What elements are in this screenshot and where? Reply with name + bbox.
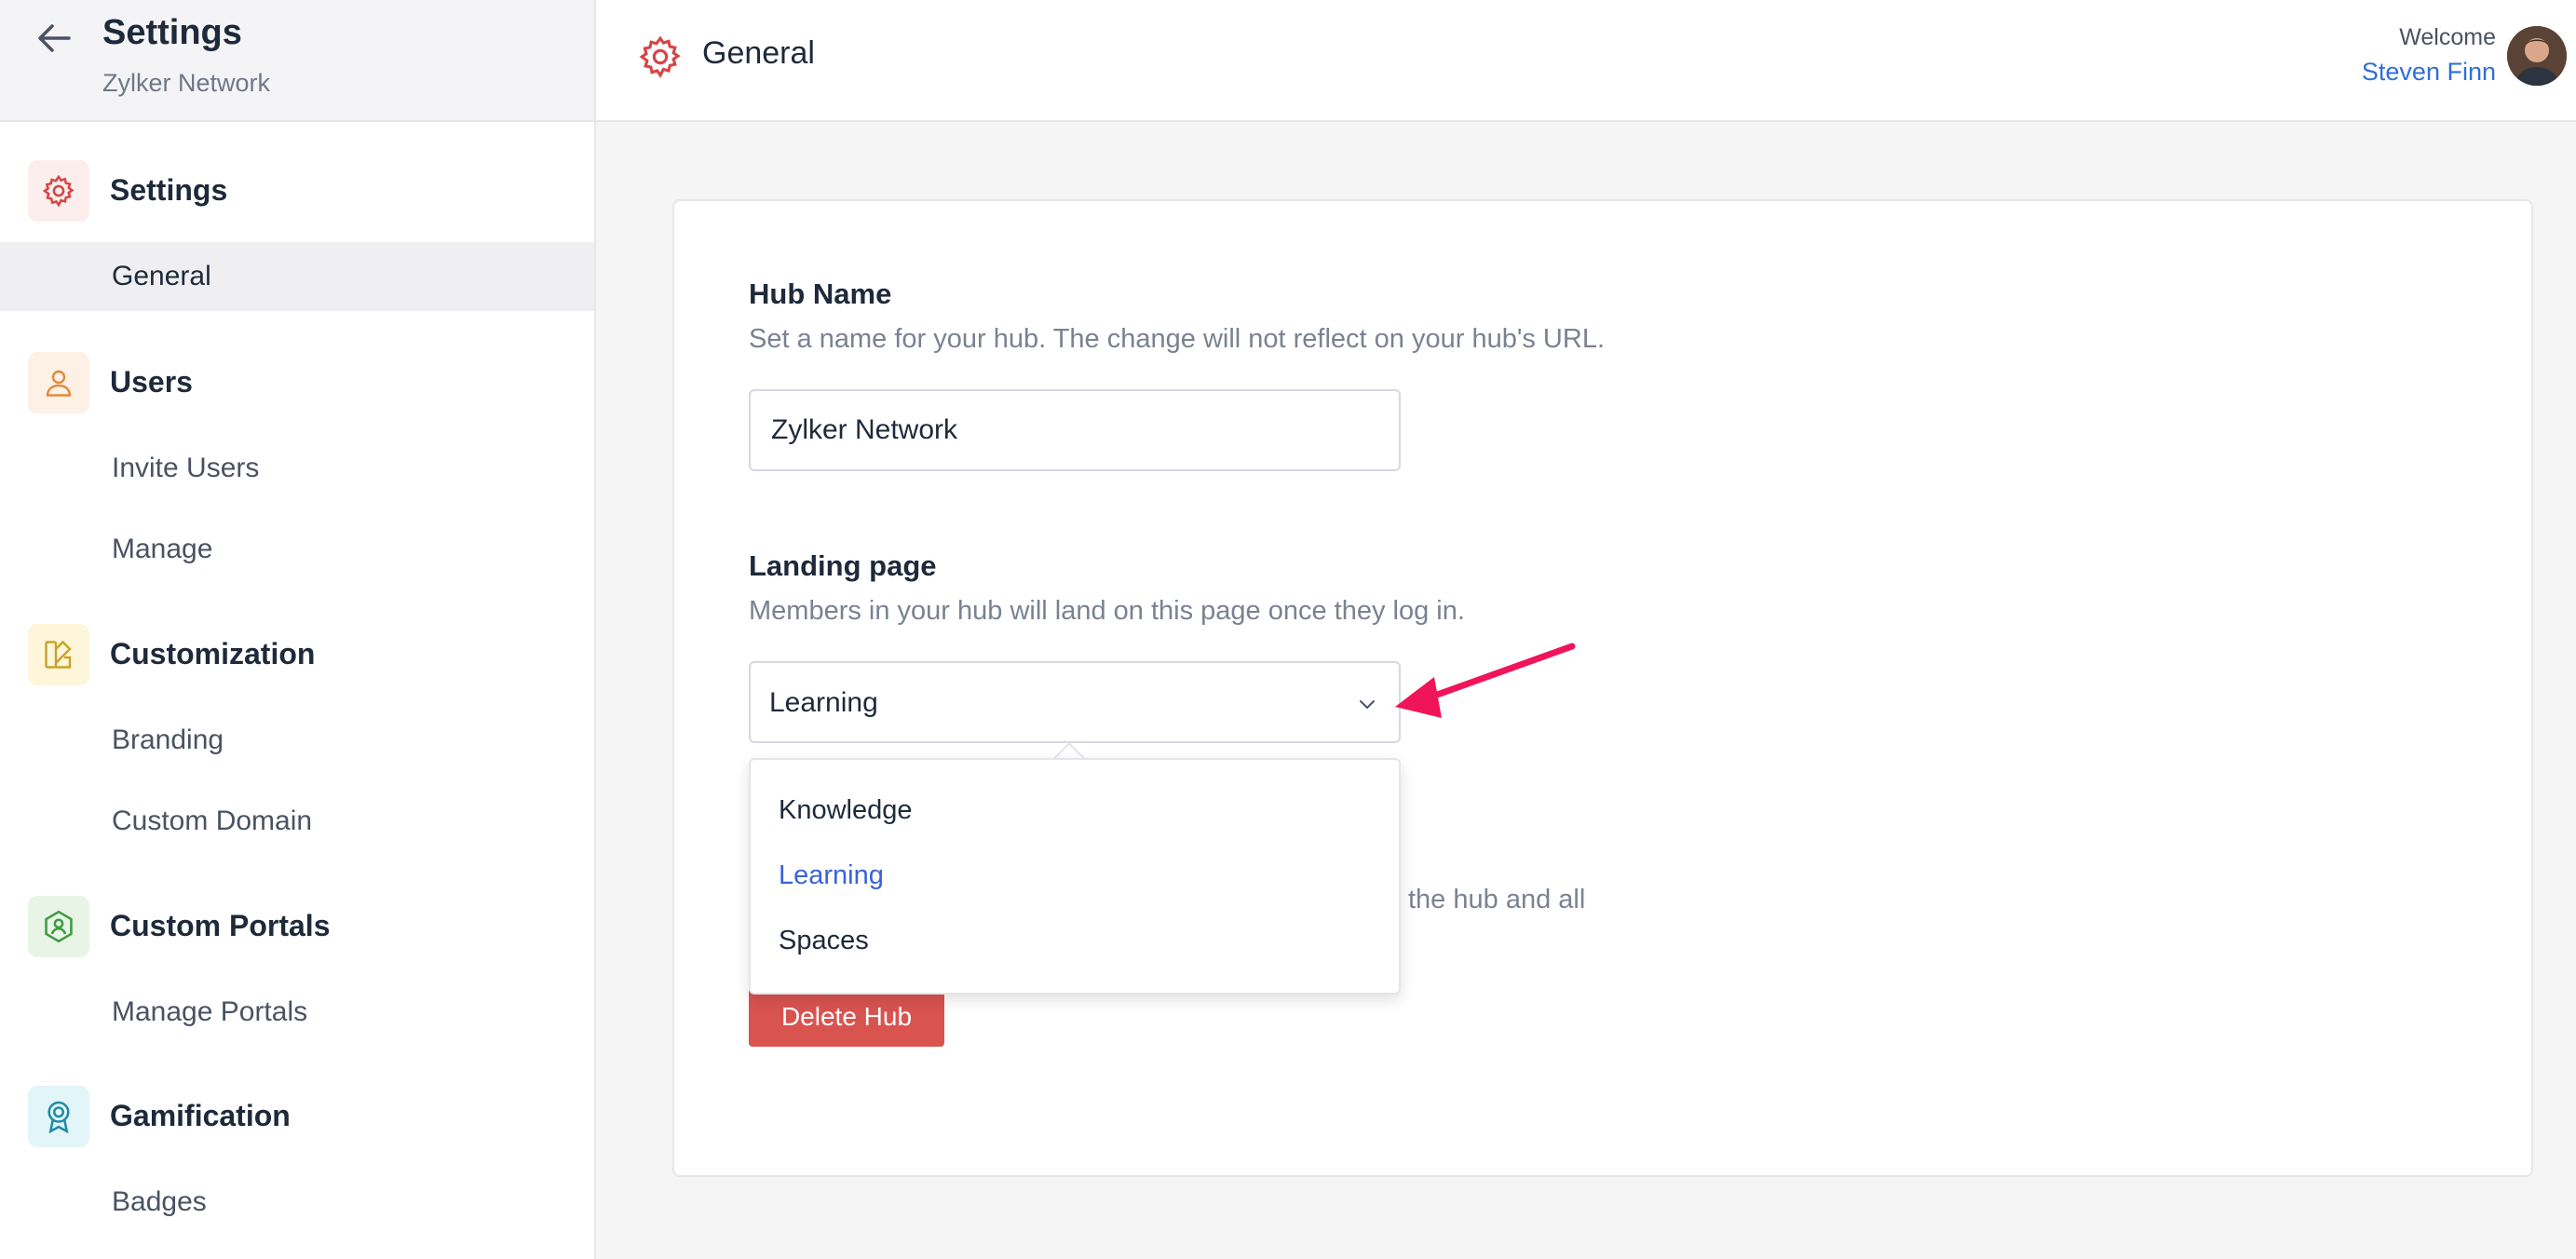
landing-page-select[interactable]: Learning	[749, 661, 1401, 743]
sidebar: Settings Zylker Network Settings General…	[0, 0, 596, 1259]
sidebar-title: Settings	[102, 13, 242, 52]
gear-icon	[637, 34, 684, 80]
annotation-arrow-icon	[1395, 643, 1576, 718]
sidebar-item-invite-users[interactable]: Invite Users	[0, 434, 594, 503]
delete-hub-description: the hub and all	[1408, 885, 1586, 914]
hub-name-description: Set a name for your hub. The change will…	[749, 324, 1606, 354]
landing-page-description: Members in your hub will land on this pa…	[749, 596, 1465, 626]
sidebar-item-manage-portals[interactable]: Manage Portals	[0, 978, 594, 1047]
page-title: General	[702, 35, 815, 71]
back-arrow-icon[interactable]	[32, 17, 80, 60]
hub-name-input[interactable]	[749, 389, 1401, 471]
sidebar-subtitle: Zylker Network	[102, 69, 271, 97]
option-spaces[interactable]: Spaces	[779, 926, 869, 956]
hub-name-title: Hub Name	[749, 278, 892, 310]
landing-page-dropdown: Knowledge Learning Spaces	[749, 758, 1401, 995]
section-users: Users	[110, 365, 193, 399]
sidebar-item-manage[interactable]: Manage	[0, 515, 594, 584]
welcome-label: Welcome	[2399, 24, 2496, 50]
landing-page-selected-value: Learning	[769, 687, 878, 718]
sidebar-item-custom-domain[interactable]: Custom Domain	[0, 787, 594, 856]
section-settings: Settings	[110, 173, 228, 207]
palette-icon	[28, 624, 89, 685]
sidebar-header: Settings Zylker Network	[0, 0, 594, 122]
option-knowledge[interactable]: Knowledge	[779, 795, 913, 826]
section-custom-portals: Custom Portals	[110, 909, 331, 942]
badge-icon	[28, 1086, 89, 1147]
sidebar-item-badges[interactable]: Badges	[0, 1168, 594, 1237]
section-customization: Customization	[110, 637, 316, 670]
avatar[interactable]	[2507, 26, 2567, 86]
user-icon	[28, 352, 89, 413]
user-name-link[interactable]: Steven Finn	[2362, 58, 2496, 87]
gear-icon	[28, 160, 89, 222]
topbar: General Welcome Steven Finn	[596, 0, 2576, 122]
delete-hub-button[interactable]: Delete Hub	[749, 987, 944, 1047]
sidebar-item-branding[interactable]: Branding	[0, 706, 594, 775]
landing-page-title: Landing page	[749, 549, 937, 582]
chevron-down-icon	[1356, 693, 1378, 715]
sidebar-item-general[interactable]: General	[0, 242, 594, 311]
portal-icon	[28, 896, 89, 957]
option-learning[interactable]: Learning	[779, 860, 884, 891]
section-gamification: Gamification	[110, 1099, 291, 1132]
